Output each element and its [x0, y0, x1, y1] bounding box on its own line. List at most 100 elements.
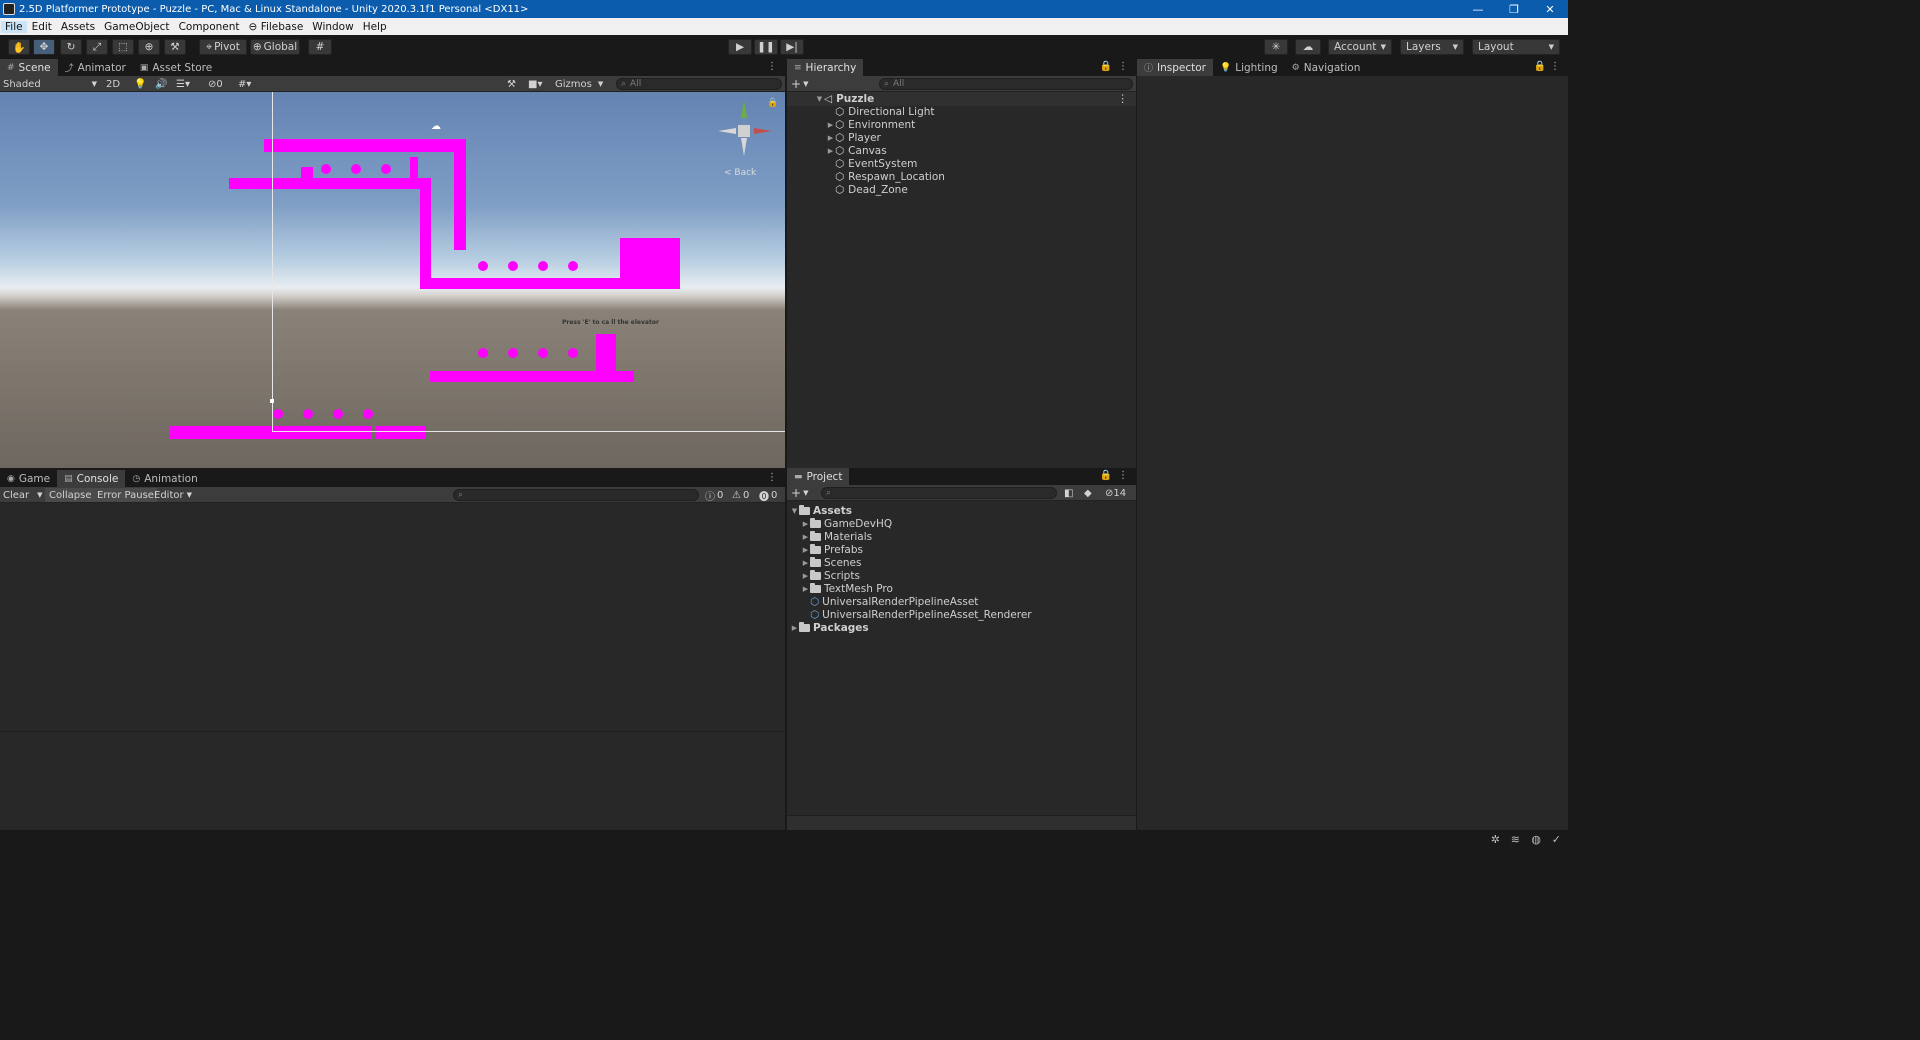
chevron-down-icon[interactable]: ▼ [790, 507, 799, 515]
cache-server-icon[interactable]: ◍ [1531, 833, 1541, 846]
grid-toggle-icon[interactable]: #▾ [238, 77, 251, 91]
tab-animator[interactable]: ⤴ Animator [58, 59, 133, 76]
menu-filebase[interactable]: ⊖ Filebase [245, 21, 308, 33]
hierarchy-item[interactable]: ⬡ Directional Light [787, 105, 1136, 118]
chevron-right-icon[interactable]: ▶ [801, 585, 810, 593]
audio-toggle-icon[interactable]: 🔊 [155, 77, 167, 91]
debug-icon[interactable]: ✲ [1491, 833, 1500, 846]
cloud-button[interactable]: ☁ [1295, 39, 1321, 55]
panel-menu-icon[interactable]: ⋮ [767, 61, 777, 72]
hierarchy-search-input[interactable]: ⌕ All [879, 78, 1133, 90]
chevron-right-icon[interactable]: ▶ [801, 546, 810, 554]
panel-menu-icon[interactable]: ⋮ [767, 472, 777, 483]
console-detail-area[interactable] [0, 732, 785, 830]
tab-inspector[interactable]: ⓘ Inspector [1137, 59, 1213, 76]
tab-asset-store[interactable]: ▣ Asset Store [133, 59, 219, 76]
scene-search-input[interactable]: ⌕ All [616, 78, 782, 90]
project-folder[interactable]: ▶ GameDevHQ [787, 517, 1136, 530]
chevron-right-icon[interactable]: ▶ [801, 520, 810, 528]
play-button[interactable]: ▶ [728, 39, 752, 55]
project-folder[interactable]: ▶ TextMesh Pro [787, 582, 1136, 595]
editor-dropdown[interactable]: Editor ▼ [154, 488, 192, 502]
account-dropdown[interactable]: Account ▼ [1328, 39, 1392, 55]
menu-file[interactable]: File [1, 20, 27, 33]
gizmos-dropdown[interactable]: Gizmos ▼ [555, 77, 603, 91]
panel-menu-icon[interactable]: ⋮ [1118, 61, 1128, 72]
search-by-type-icon[interactable]: ◧ [1064, 486, 1073, 500]
minimize-button[interactable]: — [1460, 0, 1496, 18]
chevron-right-icon[interactable]: ▶ [826, 147, 835, 155]
effects-dropdown-icon[interactable]: ☰▾ [176, 77, 190, 91]
label-filter-icon[interactable]: ◆ [1084, 486, 1092, 500]
info-filter-toggle[interactable]: ⓘ 0 [705, 488, 723, 503]
chevron-right-icon[interactable]: ▶ [801, 572, 810, 580]
hidden-packages-toggle[interactable]: ⊘ 14 [1105, 486, 1126, 500]
project-search-input[interactable]: ⌕ [821, 487, 1057, 499]
tab-lighting[interactable]: 💡 Lighting [1213, 59, 1285, 76]
chevron-right-icon[interactable]: ▶ [826, 121, 835, 129]
custom-tool-button[interactable]: ⚒ [164, 39, 186, 55]
hierarchy-item[interactable]: ⬡ Dead_Zone [787, 183, 1136, 196]
lock-icon[interactable]: 🔒 [1100, 470, 1112, 481]
menu-component[interactable]: Component [175, 21, 244, 33]
scene-row[interactable]: ▼ ◁ Puzzle ⋮ [787, 92, 1136, 105]
hand-tool-button[interactable]: ✋ [8, 39, 30, 55]
hierarchy-item[interactable]: ⬡ EventSystem [787, 157, 1136, 170]
menu-gameobject[interactable]: GameObject [100, 21, 173, 33]
tab-project[interactable]: ▬ Project [787, 468, 850, 485]
hierarchy-item[interactable]: ▶ ⬡ Player [787, 131, 1136, 144]
lock-icon[interactable]: 🔒 [1100, 61, 1112, 72]
project-file[interactable]: ⬡ UniversalRenderPipelineAsset [787, 595, 1136, 608]
2d-toggle[interactable]: 2D [106, 77, 120, 91]
scale-tool-button[interactable]: ⤢ [86, 39, 108, 55]
tab-animation[interactable]: ◷ Animation [125, 470, 204, 487]
tab-console[interactable]: ▤ Console [57, 470, 126, 487]
menu-window[interactable]: Window [308, 21, 357, 33]
stack-icon[interactable]: ≋ [1511, 833, 1520, 846]
scene-viewport[interactable]: ☁ Press 'E' to ca ll the elevator 🔒 < Ba… [0, 92, 785, 468]
hidden-objects-toggle[interactable]: ⊘ 0 [208, 77, 223, 91]
chevron-right-icon[interactable]: ▶ [801, 559, 810, 567]
chevron-down-icon[interactable]: ▼ [815, 95, 824, 103]
chevron-right-icon[interactable]: ▶ [801, 533, 810, 541]
hierarchy-item[interactable]: ▶ ⬡ Canvas [787, 144, 1136, 157]
assets-root[interactable]: ▼ Assets [787, 504, 1136, 517]
panel-menu-icon[interactable]: ⋮ [1550, 61, 1560, 72]
chevron-right-icon[interactable]: ▶ [790, 624, 799, 632]
restore-button[interactable]: ❐ [1496, 0, 1532, 18]
rect-tool-button[interactable]: ⬚ [112, 39, 134, 55]
console-log-area[interactable] [0, 503, 785, 731]
close-button[interactable]: ✕ [1532, 0, 1568, 18]
menu-help[interactable]: Help [359, 21, 391, 33]
global-toggle[interactable]: ⊕ Global [250, 39, 300, 55]
tab-hierarchy[interactable]: ≡ Hierarchy [787, 59, 864, 76]
layers-dropdown[interactable]: Layers ▼ [1400, 39, 1464, 55]
project-file[interactable]: ⬡ UniversalRenderPipelineAsset_Renderer [787, 608, 1136, 621]
shading-mode-dropdown[interactable]: Shaded ▼ [3, 77, 97, 91]
collapse-toggle[interactable]: Collapse [45, 488, 96, 502]
packages-root[interactable]: ▶ Packages [787, 621, 1136, 634]
camera-dropdown-icon[interactable]: ■▾ [528, 77, 542, 91]
progress-icon[interactable]: ✓ [1552, 833, 1561, 846]
project-folder[interactable]: ▶ Scenes [787, 556, 1136, 569]
lock-icon[interactable]: 🔒 [767, 98, 778, 108]
add-button[interactable]: + ▼ [791, 77, 808, 91]
lock-icon[interactable]: 🔒 [1534, 61, 1546, 72]
move-tool-button[interactable]: ✥ [33, 39, 55, 55]
transform-tool-button[interactable]: ⊕ [138, 39, 160, 55]
collab-button[interactable]: ✳ [1264, 39, 1288, 55]
lighting-toggle-icon[interactable]: 💡 [134, 77, 146, 91]
step-button[interactable]: ▶| [780, 39, 804, 55]
tab-scene[interactable]: # Scene [0, 59, 58, 76]
scene-menu-icon[interactable]: ⋮ [1118, 93, 1129, 105]
hierarchy-item[interactable]: ⬡ Respawn_Location [787, 170, 1136, 183]
project-folder[interactable]: ▶ Materials [787, 530, 1136, 543]
project-folder[interactable]: ▶ Prefabs [787, 543, 1136, 556]
warning-filter-toggle[interactable]: ⚠ 0 [732, 488, 749, 502]
tab-navigation[interactable]: ⚙ Navigation [1285, 59, 1368, 76]
console-search-input[interactable]: ⌕ [453, 489, 699, 501]
error-pause-toggle[interactable]: Error Pause [94, 488, 157, 502]
pivot-toggle[interactable]: ⌖ Pivot [199, 39, 247, 55]
clear-button[interactable]: Clear ▼ [3, 488, 43, 502]
tools-icon[interactable]: ⚒ [507, 77, 516, 91]
